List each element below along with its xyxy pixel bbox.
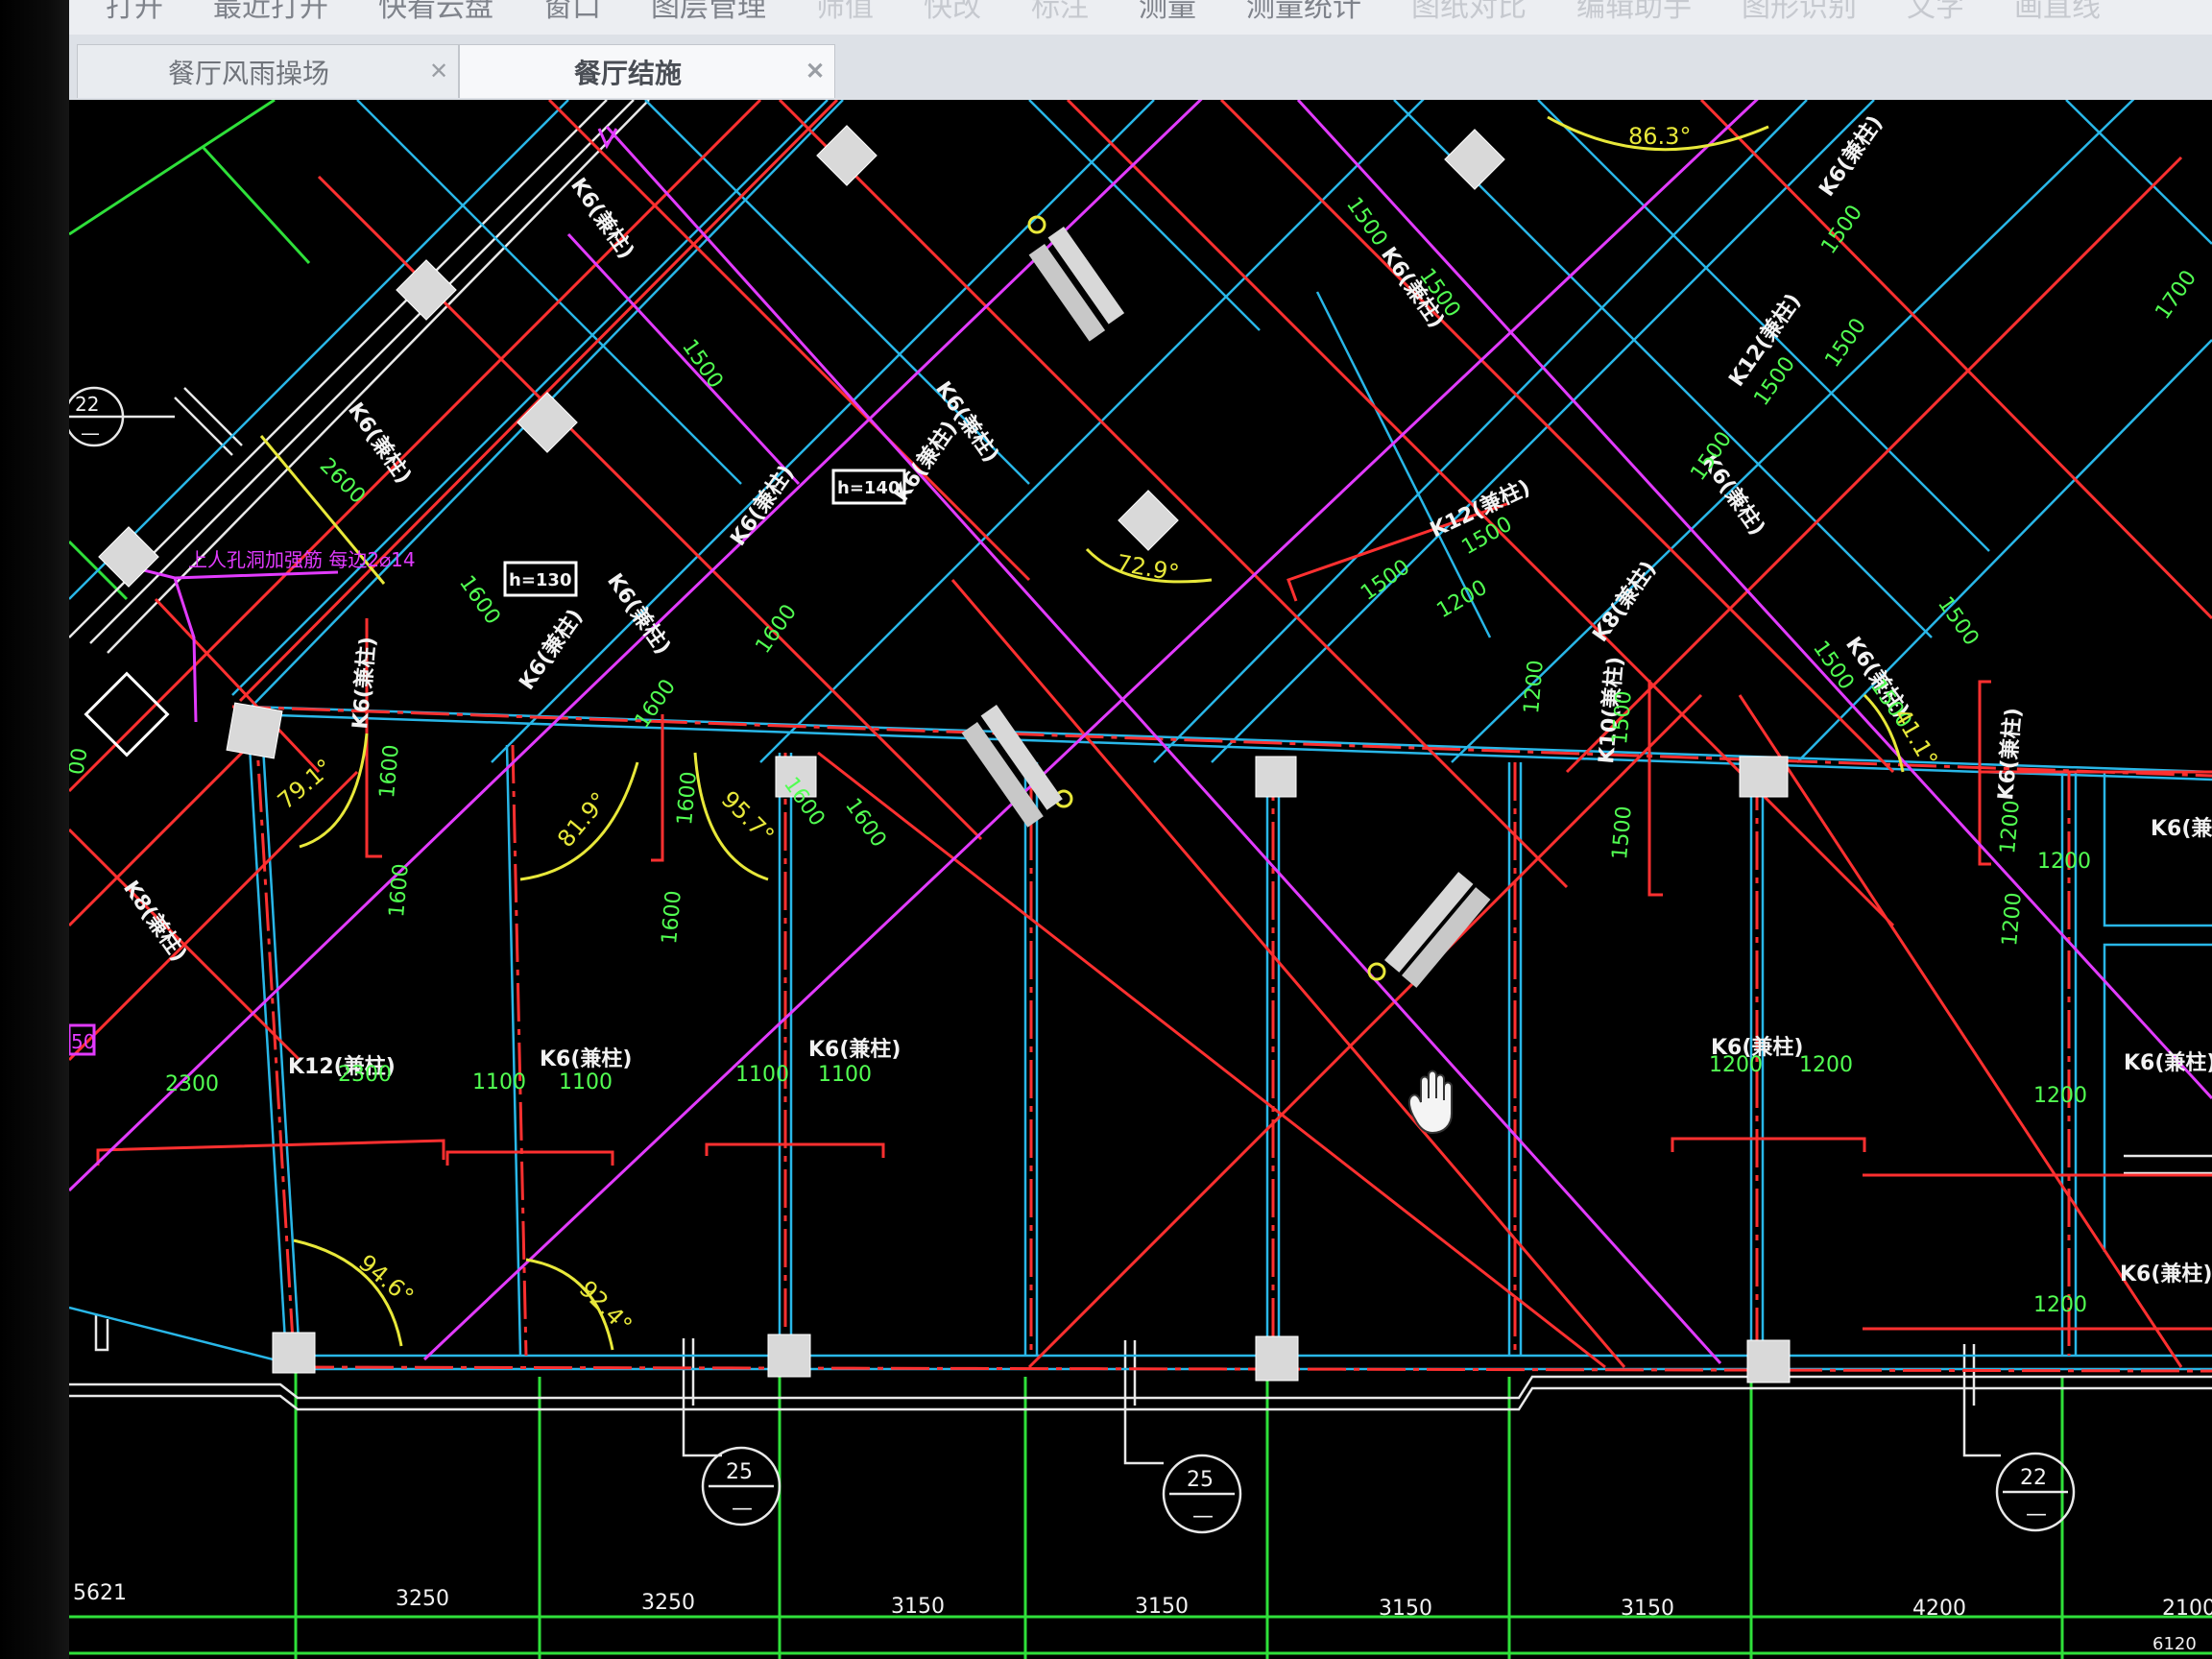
axis-dim: 3150 — [1135, 1595, 1189, 1619]
columns — [84, 125, 1791, 1383]
reinforcement-notes: 上人孔洞加强筋 每边2⌀14 — [188, 226, 1491, 988]
menu-recognize[interactable]: 图形识别 — [1742, 0, 1857, 25]
beam-label: K6(兼柱) — [515, 605, 589, 695]
dim-text: 1200 — [1520, 660, 1549, 715]
beam-label: K6(兼柱) — [540, 1046, 632, 1071]
dim-text: 1600 — [630, 675, 681, 733]
drawing-canvas[interactable]: .gx { stroke:#2fe03a; stroke-width:3; fi… — [69, 100, 2212, 1659]
axis-dim: 3150 — [1621, 1597, 1674, 1621]
axis-dim: 3250 — [641, 1591, 695, 1615]
monitor-bezel — [0, 0, 69, 1659]
section-mark-number: 25 — [1187, 1468, 1214, 1492]
beam-label: K6(兼柱) — [808, 1037, 901, 1062]
angle-text: 81.9° — [552, 787, 613, 853]
dim-text: 1200 — [1996, 800, 2025, 855]
axis-dim: 3250 — [396, 1587, 449, 1611]
dim-text: 1200 — [2037, 850, 2091, 874]
beam-label: K6(兼柱) — [2151, 816, 2212, 841]
menu-layers[interactable]: 图层管理 — [651, 0, 766, 25]
close-icon[interactable]: ✕ — [420, 58, 458, 85]
menu-measure[interactable]: 测量 — [1139, 0, 1196, 25]
menu-draw-line[interactable]: 画直线 — [2014, 0, 2101, 25]
dim-text: 2300 — [165, 1072, 219, 1096]
dim-text: 1100 — [472, 1070, 526, 1094]
dim-text: 1700 — [2151, 266, 2201, 324]
dim-text: 1500 — [1816, 201, 1867, 258]
dim-text: 1200 — [2033, 1293, 2087, 1317]
document-tab-bar: 餐厅风雨操场 ✕ 餐厅结施 ✕ — [69, 35, 2212, 102]
dim-text: 1600 — [375, 744, 404, 800]
hole-reinforcement-note: 上人孔洞加强筋 每边2⌀14 — [188, 548, 416, 571]
dim-text: 1600 — [385, 863, 414, 919]
menu-text[interactable]: 文字 — [1907, 0, 1964, 25]
axis-dim: 5621 — [73, 1581, 127, 1605]
section-mark-sub: — — [81, 421, 100, 445]
tab-label: 餐厅结施 — [573, 58, 682, 88]
beam-label: K6(兼柱) — [348, 636, 380, 730]
dim-text: 1100 — [818, 1063, 872, 1087]
tab-canteen-playground[interactable]: 餐厅风雨操场 ✕ — [77, 44, 459, 98]
dim-text: 1500 — [1933, 592, 1984, 650]
cad-viewer-app: 打开 最近打开 快看云盘 窗口 图层管理 筛值 快改 标注 测量 测量统计 图纸… — [69, 0, 2212, 1659]
menu-edit-helper[interactable]: 编辑助手 — [1576, 0, 1692, 25]
beam-label: K6(兼柱) — [565, 174, 639, 264]
menu-open[interactable]: 打开 — [106, 0, 163, 25]
tab-label: 餐厅风雨操场 — [167, 58, 329, 88]
dim-text: 1600 — [673, 771, 702, 827]
dim-text: 1200 — [1799, 1053, 1853, 1077]
angle-text: 72.9° — [1115, 549, 1181, 587]
axis-dim: 4200 — [1912, 1597, 1966, 1621]
menu-window[interactable]: 窗口 — [543, 0, 601, 25]
dim-text: 1500 — [1608, 805, 1637, 861]
angle-text: 86.3° — [1628, 123, 1691, 150]
dim-text: 1600 — [454, 571, 505, 629]
dim-text: 1500 — [1357, 555, 1414, 606]
beam-label: K6(兼柱) — [2120, 1262, 2212, 1286]
section-mark-number: 22 — [75, 393, 99, 416]
axis-dim: 3150 — [891, 1595, 945, 1619]
section-mark-sub: — — [2026, 1503, 2047, 1527]
section-mark-sub: — — [732, 1497, 753, 1521]
menu-annotate[interactable]: 标注 — [1031, 0, 1089, 25]
note-label: 50 — [71, 1030, 95, 1053]
slab-thickness-label: h=140 — [837, 478, 900, 498]
angle-text: 95.7° — [716, 785, 780, 849]
dim-text: 1100 — [735, 1063, 789, 1087]
angle-text: 79.1° — [273, 754, 338, 815]
dim-text: 1600 — [658, 890, 686, 946]
menu-compare[interactable]: 图纸对比 — [1411, 0, 1527, 25]
menu-recent[interactable]: 最近打开 — [213, 0, 328, 25]
slab-thickness-label: h=130 — [509, 570, 571, 590]
menu-cloud[interactable]: 快看云盘 — [378, 0, 493, 25]
dim-text: 2300 — [338, 1063, 392, 1087]
axis-dim: 3150 — [1379, 1597, 1432, 1621]
angle-text: 92.4° — [574, 1275, 637, 1338]
beam-label: K8(兼柱) — [118, 877, 192, 967]
axis-dim: 6120 — [2152, 1634, 2197, 1654]
section-mark-number: 22 — [2020, 1466, 2047, 1490]
dim-text: 1100 — [559, 1070, 613, 1094]
menu-measure-stats[interactable]: 测量统计 — [1246, 0, 1361, 25]
dim-text: 1500 — [677, 335, 728, 393]
menu-filter[interactable]: 筛值 — [816, 0, 874, 25]
axis-dim: 2100 — [2162, 1597, 2212, 1621]
close-icon[interactable]: ✕ — [796, 58, 834, 85]
dim-text: 1200 — [1709, 1053, 1763, 1077]
beam-label: K6(兼柱) — [2124, 1050, 2212, 1075]
section-mark-sub: — — [1192, 1504, 1214, 1528]
dim-text: 1200 — [1998, 892, 2027, 948]
dim-text: 1200 — [2033, 1084, 2087, 1108]
beam-label: K6(兼柱) — [602, 569, 676, 660]
dim-text: 1500 — [1341, 193, 1392, 251]
menu-quick-edit[interactable]: 快改 — [924, 0, 981, 25]
beam-label: K6(兼柱) — [726, 461, 800, 551]
dim-text: 1500 — [1608, 690, 1637, 746]
dim-text: 1600 — [751, 600, 802, 658]
cad-drawing: .gx { stroke:#2fe03a; stroke-width:3; fi… — [69, 100, 2212, 1659]
beam-label: K8(兼柱) — [1588, 557, 1662, 647]
tab-canteen-structure[interactable]: 餐厅结施 ✕ — [459, 44, 835, 98]
section-mark-number: 25 — [726, 1460, 753, 1484]
beam-label: K6(兼柱) — [1993, 707, 2026, 801]
menu-bar: 打开 最近打开 快看云盘 窗口 图层管理 筛值 快改 标注 测量 测量统计 图纸… — [69, 0, 2212, 35]
